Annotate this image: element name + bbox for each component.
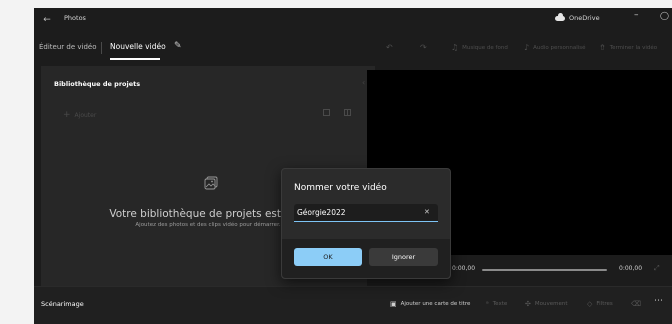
app-title: Photos	[64, 14, 86, 22]
arrow-left-icon: ←	[43, 15, 51, 25]
onedrive-label: OneDrive	[569, 14, 600, 22]
undo-icon[interactable]: ↶	[386, 43, 393, 52]
background-music-button[interactable]: ♫ Musique de fond	[451, 43, 508, 52]
custom-audio-button[interactable]: ♪ Audio personnalisé	[524, 43, 586, 52]
more-options-icon[interactable]: ⋯	[654, 296, 663, 306]
editor-toolbar: Éditeur de vidéo Nouvelle vidéo ✎ ↶ ↷ ♫ …	[34, 32, 672, 66]
total-duration: 0:00,00	[619, 265, 643, 272]
onedrive-button[interactable]: OneDrive	[555, 12, 600, 22]
text-icon: ᵃ	[486, 300, 489, 308]
video-name-input[interactable]	[294, 204, 438, 222]
photos-placeholder-icon	[204, 176, 218, 190]
list-view-icon[interactable]	[344, 109, 351, 116]
ignore-button[interactable]: Ignorer	[369, 248, 438, 266]
filter-icon: ◇	[587, 300, 593, 308]
filters-button[interactable]: ◇ Filtres	[587, 300, 613, 308]
motion-icon: ✣	[525, 300, 531, 308]
delete-icon[interactable]: ⌫	[631, 300, 641, 308]
name-video-dialog: Nommer votre vidéo ✕ OK Ignorer	[281, 168, 451, 279]
breadcrumb-video-editor[interactable]: Éditeur de vidéo	[39, 43, 97, 51]
text-button[interactable]: ᵃ Texte	[486, 300, 507, 308]
collapse-chevron-icon[interactable]: ‹	[362, 78, 365, 87]
user-icon[interactable]: ◯	[660, 11, 669, 20]
audio-icon: ♪	[524, 43, 530, 52]
add-title-card-button[interactable]: ▣ Ajouter une carte de titre	[390, 300, 470, 308]
storyboard-title: Scénarimage	[41, 300, 84, 308]
plus-icon: +	[63, 110, 71, 120]
breadcrumb-active-underline	[110, 58, 160, 60]
storyboard-bar: Scénarimage ▣ Ajouter une carte de titre…	[34, 286, 672, 324]
music-note-icon: ♫	[451, 43, 459, 52]
expand-icon[interactable]: ⤢	[654, 264, 660, 273]
finish-video-button[interactable]: ⇮ Terminer la vidéo	[599, 43, 657, 52]
grid-view-icon[interactable]	[323, 109, 330, 116]
cloud-icon	[555, 12, 565, 21]
rename-pencil-icon[interactable]: ✎	[174, 41, 182, 51]
clear-input-icon[interactable]: ✕	[424, 208, 430, 216]
title-bar: ← Photos OneDrive – ◯	[34, 8, 672, 32]
add-media-button[interactable]: + Ajouter	[63, 110, 96, 120]
breadcrumb-separator	[101, 42, 102, 54]
title-card-icon: ▣	[390, 300, 397, 308]
ok-button[interactable]: OK	[294, 248, 362, 266]
back-button[interactable]: ←	[38, 11, 56, 29]
dialog-footer: OK Ignorer	[282, 239, 450, 278]
minimize-button[interactable]: –	[634, 10, 639, 20]
library-title: Bibliothèque de projets	[54, 80, 141, 88]
dialog-title: Nommer votre vidéo	[294, 183, 387, 193]
current-time: 0:00,00	[452, 265, 476, 272]
export-icon: ⇮	[599, 43, 606, 52]
redo-icon[interactable]: ↷	[420, 43, 427, 52]
seek-bar[interactable]	[482, 269, 607, 271]
motion-button[interactable]: ✣ Mouvement	[525, 300, 568, 308]
breadcrumb-project-name[interactable]: Nouvelle vidéo	[110, 42, 166, 51]
